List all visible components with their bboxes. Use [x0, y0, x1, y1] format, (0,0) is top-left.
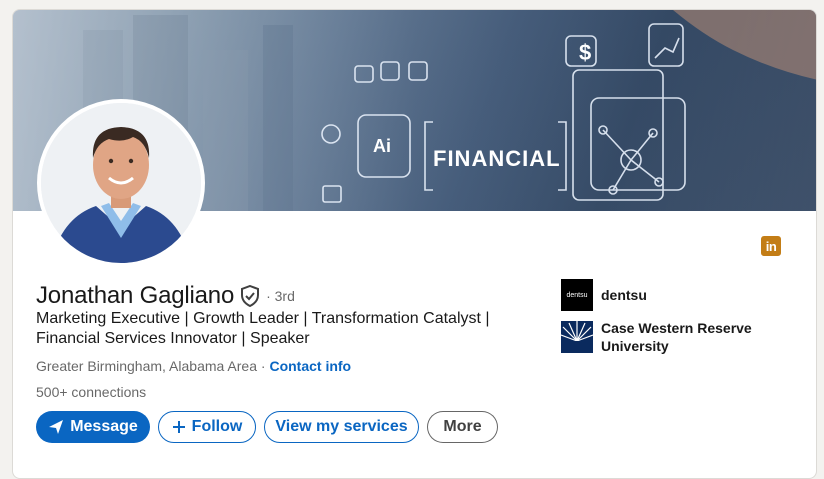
education-label: Case Western Reserve University — [601, 320, 752, 354]
experience-item-dentsu[interactable]: dentsu dentsu — [561, 279, 771, 311]
name-row: Jonathan Gagliano · 3rd — [36, 282, 295, 310]
banner-chip-label: Ai — [373, 136, 391, 156]
view-services-label: View my services — [275, 418, 408, 435]
plus-icon — [172, 420, 186, 434]
experience-item-cwru[interactable]: Case Western Reserve University — [561, 319, 771, 355]
more-button[interactable]: More — [427, 411, 498, 443]
profile-headline: Marketing Executive | Growth Leader | Tr… — [36, 310, 490, 347]
banner-financial-text: FINANCIAL — [433, 146, 561, 171]
avatar-illustration — [41, 103, 201, 263]
linkedin-icon[interactable]: in — [761, 236, 781, 256]
more-label: More — [443, 418, 482, 435]
send-icon — [48, 419, 64, 435]
cwru-logo — [561, 321, 593, 353]
contact-info-link[interactable]: Contact info — [269, 358, 351, 374]
verified-shield-icon[interactable] — [240, 284, 260, 308]
follow-button[interactable]: Follow — [158, 411, 256, 443]
profile-photo[interactable] — [41, 103, 201, 263]
profile-name: Jonathan Gagliano — [36, 282, 235, 309]
message-label: Message — [70, 418, 138, 435]
dentsu-logo: dentsu — [561, 279, 593, 311]
location-separator: · — [257, 358, 270, 374]
svg-text:$: $ — [579, 40, 591, 65]
view-services-button[interactable]: View my services — [264, 411, 419, 443]
profile-card: $ Ai FINANCIAL in Jonathan Gagliano · 3r… — [12, 9, 817, 479]
experience-label: dentsu — [601, 287, 647, 303]
profile-photo-frame[interactable] — [37, 99, 205, 267]
connections-count[interactable]: 500+ connections — [36, 384, 146, 400]
connection-degree: · 3rd — [266, 288, 295, 304]
location-row: Greater Birmingham, Alabama Area · Conta… — [36, 358, 351, 374]
message-button[interactable]: Message — [36, 411, 150, 443]
profile-location: Greater Birmingham, Alabama Area — [36, 358, 257, 374]
follow-label: Follow — [191, 418, 243, 435]
